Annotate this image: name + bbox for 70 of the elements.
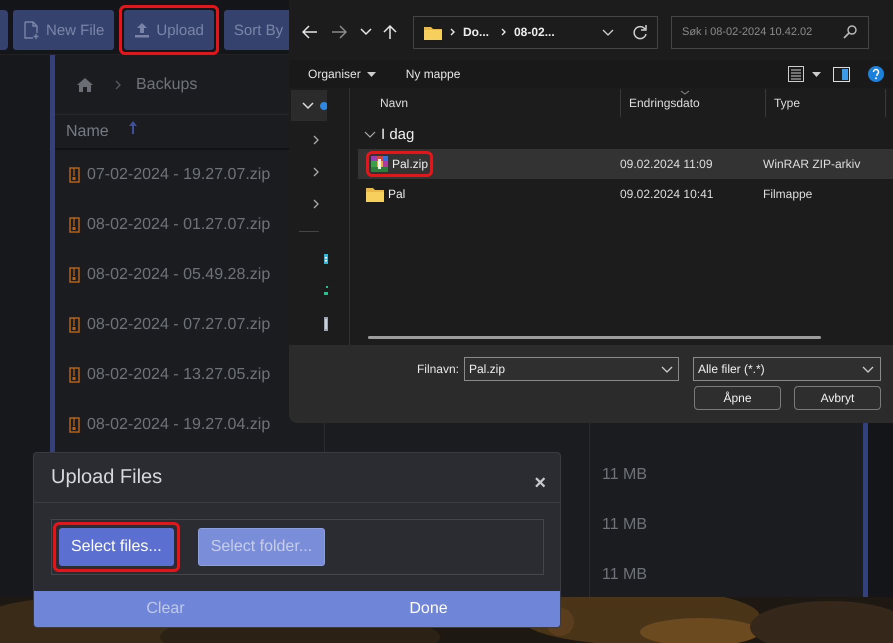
chevron-icon: [115, 80, 122, 90]
command-button[interactable]: Ny mappe: [398, 67, 468, 81]
file-name[interactable]: Pal: [388, 187, 406, 201]
file-size: 11 MB: [602, 566, 648, 584]
help-icon: [868, 66, 884, 82]
up-arrow-icon: [383, 24, 397, 40]
chevron-down-icon: [360, 28, 372, 36]
file-date: 09.02.2024 11:09: [620, 157, 714, 171]
chevron-down-icon: [302, 102, 327, 110]
zip-file-icon: [69, 267, 80, 283]
zip-file-icon: [69, 217, 80, 233]
dialog-button[interactable]: Avbryt: [794, 386, 881, 410]
zip-file-icon: [69, 367, 80, 383]
folder-icon: [366, 186, 384, 202]
refresh-icon: [632, 24, 647, 40]
zip-file-icon: [69, 317, 80, 333]
chevron-icon: [313, 199, 319, 209]
zip-file-icon: [69, 167, 80, 183]
column-header[interactable]: Navn: [380, 96, 408, 110]
address-segment[interactable]: Do...: [463, 25, 489, 39]
home-icon: [77, 77, 93, 92]
file-name[interactable]: Pal.zip: [392, 157, 428, 171]
modal-title: Upload Files: [51, 466, 162, 489]
breadcrumb-item[interactable]: Backups: [136, 76, 198, 94]
scrollbar[interactable]: [368, 336, 821, 339]
chevron-icon: [313, 135, 319, 145]
preview-pane-icon: [833, 66, 850, 82]
field-label: Filnavn:: [416, 362, 459, 376]
file-type: WinRAR ZIP-arkiv: [763, 157, 860, 171]
forward-arrow-icon: [331, 24, 347, 40]
file-date: 09.02.2024 10:41: [620, 187, 714, 201]
address-bar[interactable]: Do... 08-02...: [413, 16, 658, 48]
folder-icon: [424, 24, 442, 40]
search-field[interactable]: Søk i 08-02-2024 10.42.02: [671, 16, 869, 48]
column-header[interactable]: Name: [66, 122, 109, 140]
file-size: 11 MB: [602, 466, 648, 484]
column-header[interactable]: Type: [774, 96, 800, 110]
address-segment[interactable]: 08-02...: [514, 25, 555, 39]
sort-caret-icon: [680, 90, 690, 95]
file-type: Filmappe: [763, 187, 812, 201]
dialog-button[interactable]: Åpne: [694, 386, 781, 410]
command-button[interactable]: Organiser: [301, 67, 383, 81]
file-type-dropdown[interactable]: Alle filer (*.*): [693, 357, 881, 381]
drive-icon: [324, 317, 328, 331]
archive-icon: [371, 156, 388, 172]
new-file-icon: [23, 20, 40, 40]
filename-field[interactable]: Pal.zip: [464, 357, 679, 381]
upload-icon: [134, 22, 150, 38]
group-header[interactable]: I dag: [381, 126, 414, 142]
close-button[interactable]: ×: [534, 472, 546, 495]
chevron-down-icon: [862, 366, 874, 372]
zip-file-icon: [69, 417, 80, 433]
file-row[interactable]: Pal.zip 09.02.2024 11:09 WinRAR ZIP-arkiv: [358, 149, 893, 179]
modal-button[interactable]: Select files...: [59, 528, 174, 566]
file-size: 11 MB: [602, 516, 648, 534]
chevron-icon: [313, 167, 319, 177]
column-header[interactable]: Endringsdato: [629, 96, 700, 110]
file-row[interactable]: Pal 09.02.2024 10:41 Filmappe: [358, 179, 893, 209]
drive-icon: [324, 254, 328, 264]
chevron-down-icon: [602, 28, 614, 36]
caret-icon: [812, 72, 821, 76]
chevron-icon: [501, 28, 506, 36]
caret-icon: [366, 72, 376, 76]
chevron-icon: [450, 28, 455, 36]
list-view-icon: [788, 66, 804, 82]
toolbar-button[interactable]: [0, 10, 8, 50]
search-icon: [843, 25, 857, 39]
nav-pane-item[interactable]: [291, 90, 327, 121]
drive-icon: [324, 286, 328, 295]
back-arrow-icon: [302, 24, 318, 40]
